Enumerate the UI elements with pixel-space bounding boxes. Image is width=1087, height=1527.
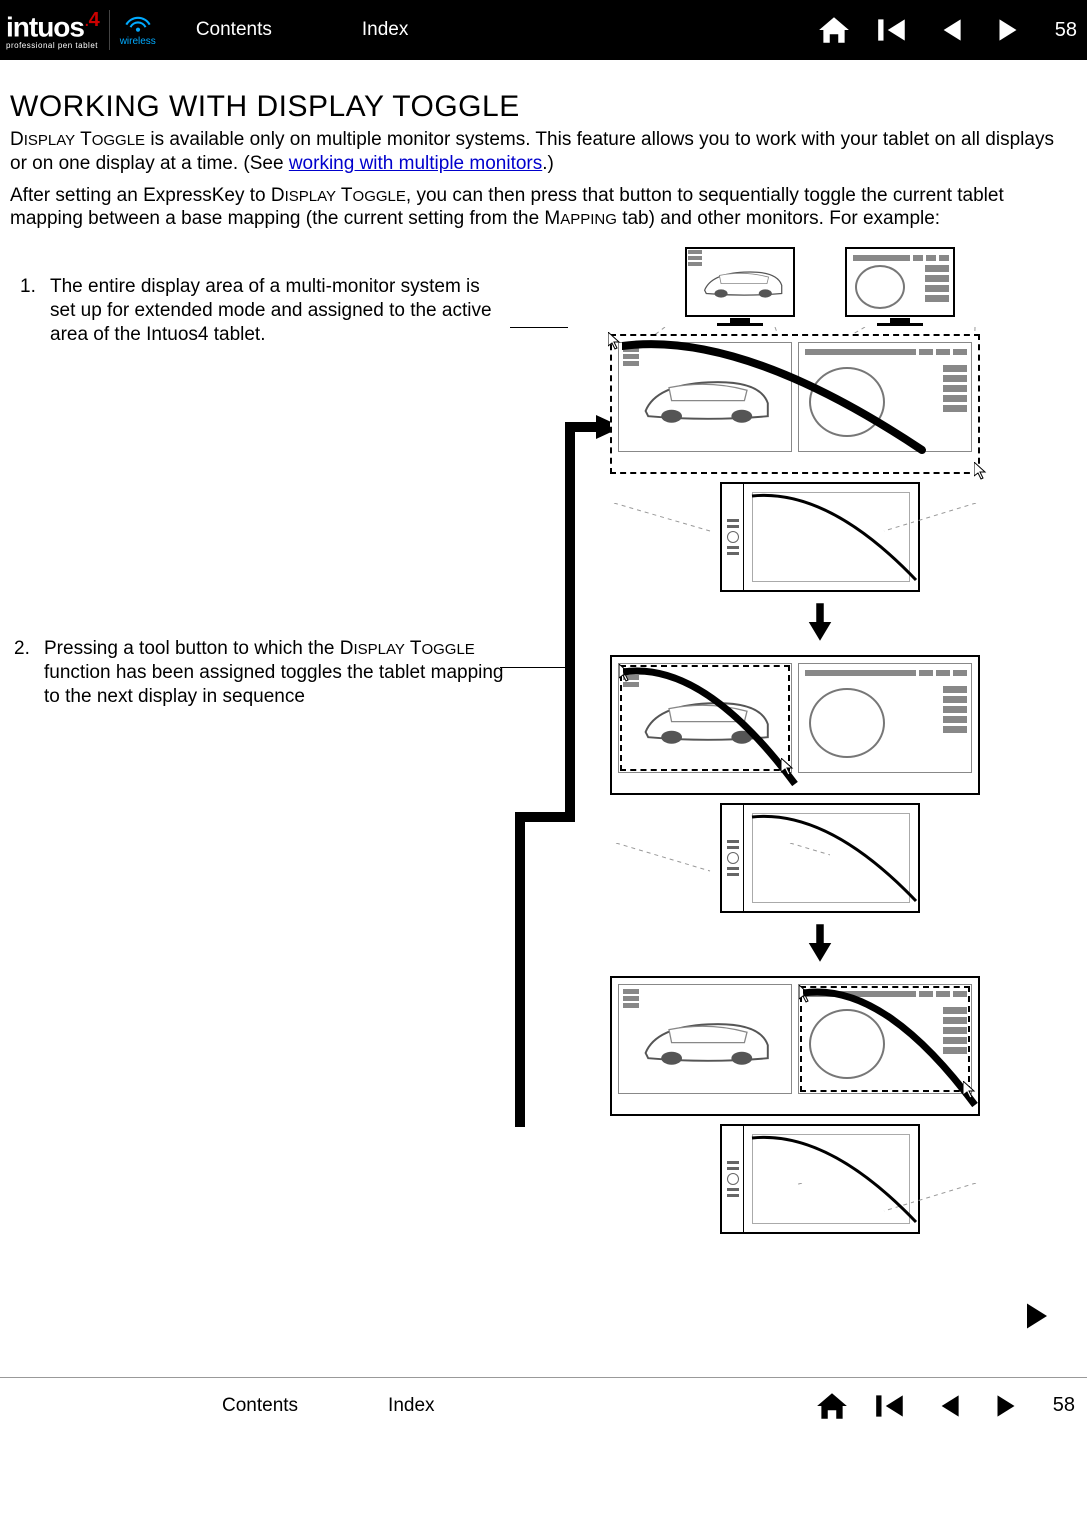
prev-page-icon[interactable]: [931, 1389, 965, 1423]
first-page-icon[interactable]: [875, 13, 909, 47]
tablet-2: [720, 803, 920, 913]
home-icon[interactable]: [815, 1389, 849, 1423]
step-2-number: 2.: [14, 637, 44, 708]
wireless-badge: wireless: [120, 13, 156, 47]
monitor-right: [845, 247, 955, 326]
page-title: WORKING WITH DISPLAY TOGGLE: [10, 90, 1077, 124]
wifi-icon: [120, 13, 156, 36]
contents-link[interactable]: Contents: [196, 19, 272, 41]
logo-subtitle: professional pen tablet: [6, 42, 99, 50]
multiple-monitors-link[interactable]: working with multiple monitors: [289, 153, 542, 174]
stroke-arc: [623, 666, 803, 796]
step-2: 2. Pressing a tool button to which the D…: [14, 637, 504, 708]
footer-bar: Contents Index 58: [0, 1377, 1087, 1433]
state-2-left-mapping: [610, 655, 980, 795]
footer-nav-icons: 58: [815, 1389, 1075, 1423]
first-page-icon[interactable]: [873, 1389, 907, 1423]
page-number-bottom: 58: [1053, 1394, 1075, 1417]
product-logo: intuos.4 professional pen tablet: [0, 10, 99, 49]
cursor-icon: [974, 462, 988, 480]
step-1-number: 1.: [20, 275, 50, 346]
footer-nav-links: Contents Index: [222, 1395, 435, 1417]
home-icon[interactable]: [817, 13, 851, 47]
stroke-arc: [803, 987, 983, 1117]
cursor-icon: [781, 758, 795, 776]
dual-monitors: [570, 247, 1070, 326]
header-nav-icons: 58: [817, 13, 1077, 47]
stroke-arc: [748, 488, 1048, 638]
next-page-icon[interactable]: [989, 1389, 1023, 1423]
monitor-left: [685, 247, 795, 326]
tablet-1: [720, 482, 920, 592]
display-toggle-diagram: [570, 247, 1070, 1242]
header-bar: intuos.4 professional pen tablet wireles…: [0, 0, 1087, 60]
logo-text: intuos: [6, 12, 84, 43]
cursor-icon: [608, 332, 622, 350]
step-1-leader-line: [510, 327, 568, 328]
next-page-icon[interactable]: [991, 13, 1025, 47]
step-1-text: The entire display area of a multi-monit…: [50, 275, 510, 346]
cursor-icon: [963, 1081, 977, 1099]
state-3-right-mapping: [610, 976, 980, 1116]
stroke-arc: [748, 1130, 1048, 1280]
wireless-label: wireless: [120, 36, 156, 47]
header-nav-links: Contents Index: [196, 19, 409, 41]
logo-model-4-num: 4: [89, 9, 99, 31]
contents-link[interactable]: Contents: [222, 1395, 298, 1417]
intro-paragraph-2: After setting an ExpressKey to DISPLAY T…: [10, 184, 1070, 232]
page-number-top: 58: [1055, 19, 1077, 42]
tablet-3: [720, 1124, 920, 1234]
continue-next-page-icon[interactable]: [1017, 1296, 1057, 1341]
state-1-full-mapping: [610, 334, 980, 474]
index-link[interactable]: Index: [362, 19, 408, 41]
divider: [109, 10, 110, 50]
diagram-area: 1. The entire display area of a multi-mo…: [10, 247, 1077, 1357]
prev-page-icon[interactable]: [933, 13, 967, 47]
stroke-arc: [748, 809, 1048, 959]
step-2-text: Pressing a tool button to which the DISP…: [44, 637, 504, 708]
intro-paragraph-1: DISPLAY TOGGLE is available only on mult…: [10, 128, 1070, 176]
step-1: 1. The entire display area of a multi-mo…: [20, 275, 510, 346]
index-link[interactable]: Index: [388, 1395, 434, 1417]
page-content: WORKING WITH DISPLAY TOGGLE DISPLAY TOGG…: [0, 60, 1087, 1367]
